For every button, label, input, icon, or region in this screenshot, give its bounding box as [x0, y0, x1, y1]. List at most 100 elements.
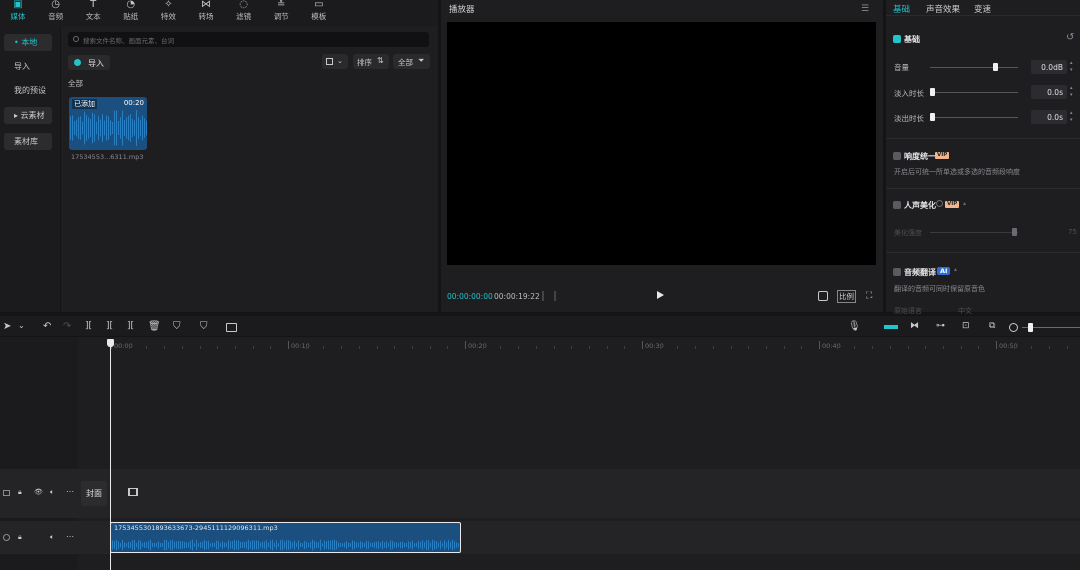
audio-icon: ◷	[51, 0, 60, 10]
waveform-bar	[238, 540, 239, 550]
fade-out-slider-handle[interactable]	[930, 113, 935, 121]
fade-in-slider-handle[interactable]	[930, 88, 935, 96]
waveform-bar	[330, 540, 331, 550]
tab-effects[interactable]: ✧ 特效	[150, 0, 186, 22]
fade-in-value[interactable]: 0.0s	[1031, 85, 1067, 99]
undo-icon[interactable]: ↶	[43, 321, 55, 333]
fullscreen-icon[interactable]: ⛶	[866, 291, 872, 301]
sidebar-item-library[interactable]: 素材库	[4, 133, 52, 150]
tab-transition[interactable]: ⋈ 转场	[188, 0, 224, 22]
fade-out-stepper[interactable]: ▴ ▾	[1070, 110, 1073, 124]
lock-icon[interactable]: 🔒︎	[18, 533, 22, 542]
lock-icon[interactable]: 🔒︎	[18, 488, 22, 497]
audio-clip[interactable]: 1753455301893633673-2945111129096311.mp3	[110, 522, 461, 553]
sidebar-item-presets[interactable]: 我的预设	[4, 82, 52, 99]
chevron-down-icon[interactable]: ⌄	[18, 321, 30, 333]
fade-out-slider-track[interactable]	[930, 117, 1018, 118]
tab-filter[interactable]: ◌ 滤镜	[226, 0, 262, 22]
basic-checkbox[interactable]	[893, 35, 901, 43]
shield-icon[interactable]: ⛉	[200, 321, 212, 333]
waveform-bar	[146, 120, 147, 136]
waveform-bar	[154, 542, 155, 548]
search-input[interactable]: 搜索文件名称、画面元素、台词	[68, 32, 429, 47]
tab-sticker[interactable]: ◔ 贴纸	[113, 0, 149, 22]
filter-button[interactable]: 全部 ⏷	[393, 54, 430, 69]
view-toggle-button[interactable]: ⌄	[322, 54, 348, 69]
loudness-checkbox[interactable]	[893, 152, 901, 160]
sort-button[interactable]: 排序 ⇅	[353, 54, 389, 69]
track-cover-icon[interactable]	[3, 490, 10, 496]
delete-icon[interactable]: 🗑︎	[148, 321, 161, 333]
preview-axis-icon[interactable]: ⊡	[962, 321, 974, 333]
snap-icon[interactable]: ⧓	[910, 321, 922, 333]
voice-enhance-checkbox[interactable]	[893, 201, 901, 209]
sort-icon: ⇅	[377, 56, 384, 65]
waveform-bar	[286, 540, 287, 550]
timecode-grid-icon	[542, 291, 556, 301]
reset-icon[interactable]: ↺	[1066, 32, 1074, 43]
media-clip-thumbnail[interactable]: 已添加 00:20	[69, 97, 147, 150]
tab-adjust[interactable]: ≚ 调节	[263, 0, 299, 22]
more-icon[interactable]: ⋯	[66, 532, 74, 541]
tab-audio[interactable]: ◷ 音频	[38, 0, 74, 22]
ruler-minor-tick	[624, 346, 626, 349]
waveform-bar	[82, 121, 83, 135]
tab-template[interactable]: ▭ 模板	[301, 0, 337, 22]
split-right-icon[interactable]: ][	[127, 321, 139, 333]
tab-media[interactable]: ▣ 媒体	[0, 0, 36, 22]
volume-stepper[interactable]: ▴ ▾	[1070, 60, 1073, 74]
tab-speed[interactable]: 变速	[974, 3, 991, 15]
tab-basic[interactable]: 基础	[893, 3, 910, 15]
eye-icon[interactable]: 👁︎	[34, 488, 43, 496]
clip-filename: 17534553...6311.mp3	[71, 153, 144, 161]
ratio-button[interactable]: 比例	[837, 290, 856, 303]
voice-expand-icon[interactable]: ▴	[963, 200, 966, 207]
sidebar-item-local[interactable]: • 本地	[4, 34, 52, 51]
player-menu-icon[interactable]: ☰	[861, 4, 869, 14]
split-icon[interactable]: ][	[85, 321, 97, 333]
waveform-bar	[116, 110, 117, 146]
fade-out-value[interactable]: 0.0s	[1031, 110, 1067, 124]
waveform-bar	[422, 540, 423, 550]
speaker-icon[interactable]: 🔈︎	[50, 488, 54, 497]
caption-icon[interactable]: ⧉	[989, 321, 1001, 333]
fade-in-slider-track[interactable]	[930, 92, 1018, 93]
translate-checkbox[interactable]	[893, 268, 901, 276]
sidebar-item-import[interactable]: 导入	[4, 58, 52, 75]
volume-slider-track[interactable]	[930, 67, 1018, 68]
microphone-icon[interactable]: 🎙︎	[848, 321, 861, 333]
speaker-icon[interactable]: 🔈︎	[50, 533, 54, 542]
screenshot-icon[interactable]	[818, 291, 828, 301]
cover-button[interactable]: 封面	[81, 481, 107, 506]
sidebar-item-cloud[interactable]: ▸ 云素材	[4, 107, 52, 124]
link-main-track-icon[interactable]	[884, 325, 898, 329]
split-left-icon[interactable]: ][	[106, 321, 118, 333]
link-icon[interactable]: ⊶	[936, 321, 948, 333]
play-button[interactable]	[657, 291, 664, 299]
select-tool-icon[interactable]: ➤	[3, 321, 15, 333]
info-icon[interactable]	[936, 200, 943, 207]
waveform-bar	[136, 542, 137, 548]
marker-icon[interactable]: ⛉	[173, 321, 185, 333]
fade-in-stepper[interactable]: ▴ ▾	[1070, 85, 1073, 99]
playhead[interactable]	[110, 339, 111, 570]
tab-text[interactable]: T 文本	[75, 0, 111, 22]
translate-expand-icon[interactable]: ▴	[954, 266, 957, 273]
waveform-bar	[158, 541, 159, 549]
tab-sound-effects[interactable]: 声音效果	[926, 3, 960, 15]
waveform-bar	[250, 541, 251, 549]
ruler-minor-tick	[341, 346, 343, 349]
ruler-minor-tick	[854, 346, 856, 349]
zoom-out-icon[interactable]	[1009, 323, 1018, 332]
more-icon[interactable]: ⋯	[66, 487, 74, 496]
zoom-slider-handle[interactable]	[1028, 323, 1033, 332]
redo-icon[interactable]: ↷	[63, 321, 75, 333]
import-button[interactable]: 导入	[68, 55, 110, 70]
waveform-bar	[442, 543, 443, 547]
picture-icon[interactable]	[226, 323, 237, 332]
volume-value[interactable]: 0.0dB	[1031, 60, 1067, 74]
import-label: 导入	[88, 59, 104, 68]
volume-slider-handle[interactable]	[993, 63, 999, 71]
film-icon[interactable]	[128, 488, 138, 496]
playhead-handle[interactable]	[107, 339, 114, 347]
